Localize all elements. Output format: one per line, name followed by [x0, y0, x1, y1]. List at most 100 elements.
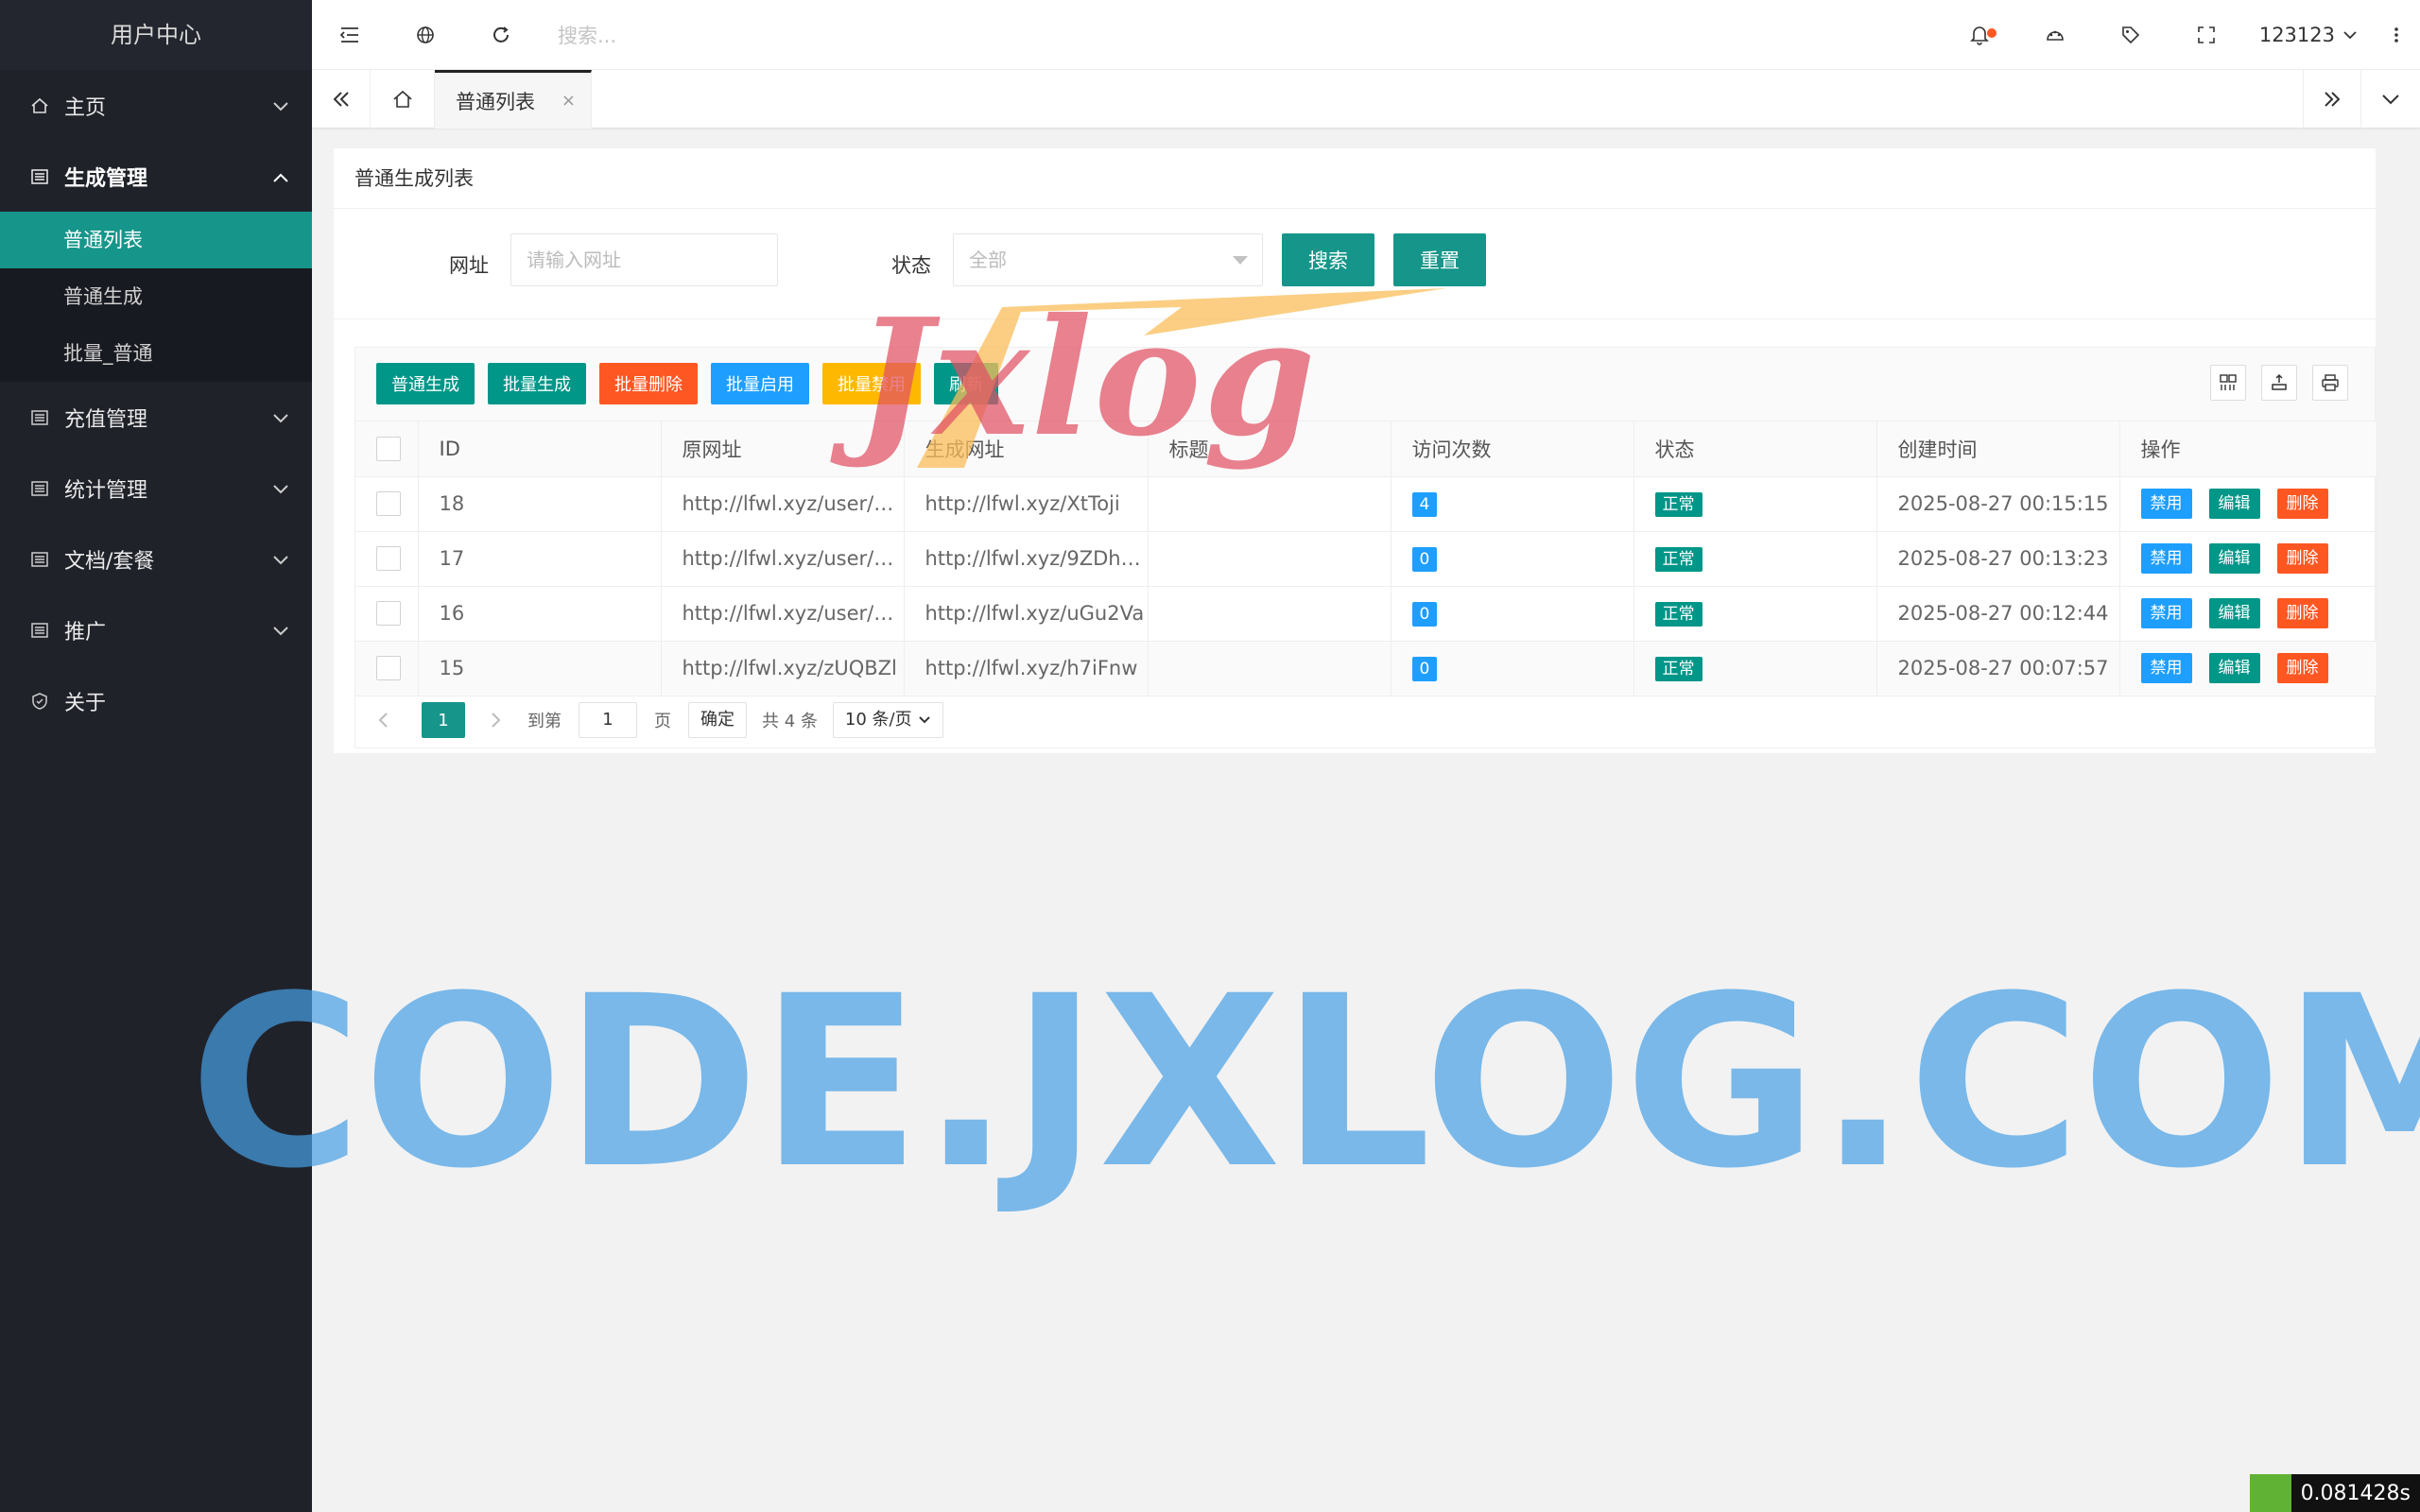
edit-button[interactable]: 编辑 — [2208, 653, 2260, 683]
sidebar-item-stats[interactable]: 统计管理 — [0, 453, 312, 524]
cell-original-url: http://lfwl.xyz/zUQBZl — [661, 641, 905, 696]
delete-button[interactable]: 删除 — [2276, 489, 2328, 519]
page-number-input[interactable]: 1 — [579, 702, 637, 738]
search-input[interactable]: 搜索... — [558, 21, 616, 49]
row-checkbox[interactable] — [376, 546, 401, 571]
select-all-checkbox[interactable] — [376, 436, 401, 461]
tag-icon[interactable] — [2093, 0, 2169, 70]
disable-button[interactable]: 禁用 — [2140, 489, 2192, 519]
user-menu[interactable]: 123123 — [2244, 24, 2373, 46]
batch-generate-button[interactable]: 批量生成 — [488, 363, 586, 404]
disable-button[interactable]: 禁用 — [2140, 598, 2192, 628]
normal-generate-button[interactable]: 普通生成 — [376, 363, 475, 404]
sidebar-title: 用户中心 — [0, 0, 312, 70]
cell-id: 15 — [418, 641, 662, 696]
list-icon — [28, 477, 51, 500]
menu-fold-icon[interactable] — [312, 0, 388, 70]
column-header[interactable]: 创建时间 — [1876, 421, 2120, 477]
sidebar-subitem-normal-list[interactable]: 普通列表 — [0, 212, 312, 268]
tabs-bar: 普通列表 × — [312, 70, 2420, 129]
sidebar-item-label: 文档/套餐 — [64, 549, 155, 574]
sidebar-item-promote[interactable]: 推广 — [0, 594, 312, 665]
prev-page-icon[interactable] — [376, 711, 389, 730]
chevron-down-icon — [918, 716, 930, 724]
shield-check-icon — [28, 690, 51, 713]
status-badge: 正常 — [1654, 491, 1703, 517]
chevron-down-icon — [2343, 31, 2357, 40]
next-page-icon[interactable] — [490, 711, 503, 730]
sidebar-item-recharge[interactable]: 充值管理 — [0, 382, 312, 453]
globe-icon[interactable] — [388, 0, 463, 70]
url-input[interactable]: 请输入网址 — [510, 233, 778, 286]
row-checkbox[interactable] — [376, 601, 401, 626]
edit-button[interactable]: 编辑 — [2208, 543, 2260, 574]
tabs-left-icon[interactable] — [312, 70, 371, 129]
home-icon — [28, 94, 51, 117]
goto-label: 到第 — [527, 712, 562, 731]
tabs-dropdown-icon[interactable] — [2361, 70, 2420, 129]
tab-label: 普通列表 — [456, 90, 535, 113]
columns-icon[interactable] — [2210, 365, 2246, 401]
column-header[interactable]: 状态 — [1634, 421, 1877, 477]
top-header: 搜索... 123123 — [312, 0, 2420, 70]
watermark-domain: CODE.JXLOG.COM — [189, 945, 2420, 1220]
batch-enable-button[interactable]: 批量启用 — [711, 363, 809, 404]
cell-visits: 0 — [1391, 641, 1634, 696]
row-select-cell — [355, 641, 419, 696]
cell-original-url: http://lfwl.xyz/user/u... — [661, 586, 905, 642]
chevron-down-icon — [272, 406, 289, 430]
sidebar-item-label: 主页 — [64, 95, 107, 120]
sidebar-item-home[interactable]: 主页 — [0, 70, 312, 141]
sidebar-item-label: 推广 — [64, 620, 107, 644]
per-page-select[interactable]: 10 条/页 — [832, 702, 943, 738]
pagination: 1 到第 1 页 确定 共 4 条 10 条/页 — [376, 693, 943, 747]
cell-id: 16 — [418, 586, 662, 642]
disable-button[interactable]: 禁用 — [2140, 543, 2192, 574]
row-select-cell — [355, 586, 419, 642]
select-all-cell — [355, 421, 419, 477]
theme-icon[interactable] — [2017, 0, 2093, 70]
tabs-right-icon[interactable] — [2303, 70, 2361, 129]
edit-button[interactable]: 编辑 — [2208, 489, 2260, 519]
export-icon[interactable] — [2261, 365, 2297, 401]
print-icon[interactable] — [2312, 365, 2348, 401]
delete-button[interactable]: 删除 — [2276, 653, 2328, 683]
cell-status: 正常 — [1634, 586, 1877, 642]
cell-created-time: 2025-08-27 00:13:23 — [1876, 531, 2120, 587]
cell-actions: 禁用 编辑 删除 — [2119, 476, 2377, 532]
watermark-logo: Jxlog — [856, 284, 1318, 472]
current-page[interactable]: 1 — [422, 702, 465, 738]
cell-generated-url: http://lfwl.xyz/9ZDh1N — [904, 531, 1149, 587]
tab-normal-list[interactable]: 普通列表 × — [435, 70, 592, 129]
sidebar-subitem-normal-generate[interactable]: 普通生成 — [0, 268, 312, 325]
home-tab-icon[interactable] — [371, 70, 435, 129]
bell-icon[interactable] — [1942, 0, 2017, 70]
row-checkbox[interactable] — [376, 491, 401, 516]
delete-button[interactable]: 删除 — [2276, 598, 2328, 628]
sidebar-item-generate[interactable]: 生成管理 — [0, 141, 312, 212]
fullscreen-icon[interactable] — [2169, 0, 2244, 70]
sidebar-item-about[interactable]: 关于 — [0, 665, 312, 736]
sidebar-subitem-batch-normal[interactable]: 批量_普通 — [0, 325, 312, 382]
refresh-icon[interactable] — [463, 0, 539, 70]
cell-generated-url: http://lfwl.xyz/h7iFnw — [904, 641, 1149, 696]
edit-button[interactable]: 编辑 — [2208, 598, 2260, 628]
table-row: 17 http://lfwl.xyz/user/u... http://lfwl… — [355, 531, 2377, 587]
cell-visits: 0 — [1391, 531, 1634, 587]
timer-value: 0.081428s — [2300, 1481, 2411, 1505]
delete-button[interactable]: 删除 — [2276, 543, 2328, 574]
row-checkbox[interactable] — [376, 656, 401, 680]
confirm-page-button[interactable]: 确定 — [688, 702, 747, 738]
more-vertical-icon[interactable] — [2373, 0, 2420, 70]
row-select-cell — [355, 531, 419, 587]
sidebar-item-label: 充值管理 — [64, 407, 148, 432]
sidebar-item-docs[interactable]: 文档/套餐 — [0, 524, 312, 594]
header-right: 123123 — [1942, 0, 2420, 70]
disable-button[interactable]: 禁用 — [2140, 653, 2192, 683]
column-header[interactable]: ID — [418, 421, 662, 477]
close-icon[interactable]: × — [562, 91, 576, 111]
cell-id: 18 — [418, 476, 662, 532]
sidebar-item-label: 统计管理 — [64, 478, 148, 503]
batch-delete-button[interactable]: 批量删除 — [599, 363, 698, 404]
timer-logo-icon — [2249, 1474, 2291, 1512]
